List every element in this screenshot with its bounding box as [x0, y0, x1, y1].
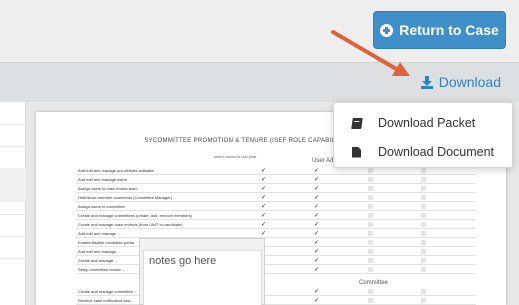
table-row: Create and manage case reviews (from UNI…: [76, 221, 476, 229]
section-label: Committee: [359, 280, 389, 286]
top-header: Return to Case: [0, 0, 519, 62]
table-row: Add edit and manage pre-defined availabl…: [76, 167, 476, 175]
download-dropdown-menu: Download Packet Download Document: [333, 102, 513, 168]
file-icon: [352, 146, 361, 158]
document-toolbar: Download: [0, 62, 519, 102]
plus-circle-icon: [380, 23, 394, 37]
table-row: Create and manage committees (create, ad…: [76, 212, 476, 220]
notes-panel[interactable]: notes go here: [139, 238, 265, 305]
table-row: Hide/show member comments (Committee Man…: [76, 194, 476, 202]
table-row: Assign users to case review team ✓ ✓: [76, 185, 476, 193]
download-icon: [420, 75, 433, 89]
return-to-case-label: Return to Case: [399, 22, 499, 38]
table-row: Add edit and manage users ✓ ✓: [76, 176, 476, 184]
table-row: Receive case notification and ...✓✓: [76, 297, 476, 305]
left-side-panel: [0, 102, 26, 305]
table-row: Enable/disable candidate portal✓✓: [76, 239, 476, 247]
book-icon: [351, 117, 363, 129]
table-row: Add edit and manage ...✓✓: [76, 230, 476, 238]
notes-textarea[interactable]: notes go here: [143, 250, 262, 305]
table-row: Create and manage ...✓✓: [76, 257, 476, 265]
download-document-label: Download Document: [378, 145, 495, 159]
download-packet-label: Download Packet: [378, 116, 476, 130]
table-row: Add edit and manage ...✓✓: [76, 248, 476, 256]
download-label: Download: [438, 74, 501, 90]
download-dropdown-toggle[interactable]: Download: [420, 74, 501, 90]
download-packet-menu-item[interactable]: Download Packet: [334, 108, 514, 138]
download-document-menu-item[interactable]: Download Document: [334, 137, 514, 167]
table-row: Setup committee review ...✓✓: [76, 266, 476, 274]
table-row: Assign users to committee ✓ ✓: [76, 203, 476, 211]
return-to-case-button[interactable]: Return to Case: [373, 11, 506, 49]
table-row: Create and manage committee ...✓✓: [76, 288, 476, 296]
notes-placeholder: notes go here: [149, 255, 217, 267]
document-subtitle: select below in last year: [214, 154, 257, 159]
